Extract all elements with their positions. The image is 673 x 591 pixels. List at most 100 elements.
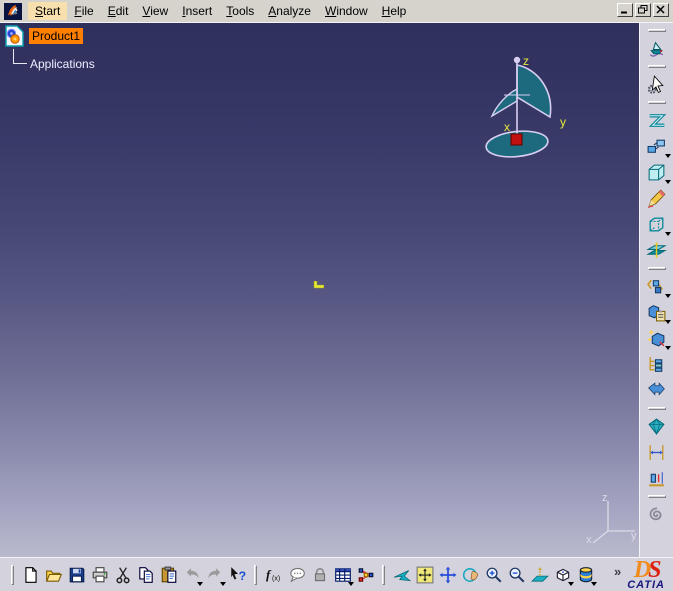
fast-instantiation-button[interactable]: [643, 325, 671, 351]
app-icon[interactable]: [4, 2, 22, 20]
lock-icon: [311, 566, 329, 584]
measure-between-button[interactable]: [643, 439, 671, 465]
annotations-button[interactable]: [643, 185, 671, 211]
lock-button[interactable]: [308, 562, 331, 587]
formula-button[interactable]: f (x): [262, 562, 285, 587]
dropdown-arrow-icon[interactable]: [664, 346, 671, 350]
close-icon: [656, 1, 666, 19]
normal-view-button[interactable]: [528, 562, 551, 587]
axis-triad: z y x: [586, 492, 637, 546]
measure-item-icon: [646, 468, 667, 489]
tree-node-applications[interactable]: Applications: [30, 57, 95, 71]
redo-button[interactable]: [203, 562, 226, 587]
zoom-out-icon: [508, 566, 526, 584]
quick-view-button[interactable]: [551, 562, 574, 587]
comment-button[interactable]: [285, 562, 308, 587]
catalog-browser-button[interactable]: [643, 501, 671, 527]
clipping-planes-icon: [646, 240, 667, 261]
dropdown-arrow-icon[interactable]: [664, 294, 671, 298]
toolbar-drag-handle[interactable]: [647, 29, 666, 32]
menu-item-view[interactable]: View: [135, 2, 175, 20]
toolbar-drag-handle[interactable]: [647, 407, 666, 410]
dropdown-arrow-icon[interactable]: [664, 180, 671, 184]
zoom-out-button[interactable]: [505, 562, 528, 587]
copy-icon: [137, 566, 155, 584]
measure-between-icon: [646, 442, 667, 463]
menu-item-insert[interactable]: Insert: [175, 2, 219, 20]
viewport-3d[interactable]: Product1 Applications z y x z y x: [0, 22, 639, 557]
menu-item-window[interactable]: Window: [318, 2, 375, 20]
open-folder-icon: [45, 566, 63, 584]
design-table-icon: [334, 566, 352, 584]
toolbar-drag-handle[interactable]: [11, 564, 14, 585]
new-button[interactable]: [19, 562, 42, 587]
render-style-button[interactable]: [574, 562, 597, 587]
new-document-icon: [22, 566, 40, 584]
window-controls: [617, 3, 669, 17]
undo-icon: [183, 566, 201, 584]
whats-this-button[interactable]: ?: [226, 562, 249, 587]
right-toolbar: [639, 22, 673, 557]
print-button[interactable]: [88, 562, 111, 587]
existing-component-button[interactable]: [643, 299, 671, 325]
fly-through-button[interactable]: [643, 35, 671, 61]
specification-tree: Product1 Applications: [4, 25, 95, 71]
minimize-button[interactable]: [617, 3, 633, 17]
toolbar-overflow-chevron[interactable]: »: [614, 564, 627, 585]
toolbar-drag-handle[interactable]: [647, 101, 666, 104]
dropdown-arrow-icon[interactable]: [664, 320, 671, 324]
view-box-button[interactable]: [643, 159, 671, 185]
tree-node-product1[interactable]: Product1: [4, 25, 84, 47]
whats-this-icon: ?: [229, 566, 247, 584]
menu-item-help[interactable]: Help: [375, 2, 414, 20]
dropdown-arrow-icon[interactable]: [664, 154, 671, 158]
menu-item-analyze[interactable]: Analyze: [261, 2, 318, 20]
menu-item-file[interactable]: File: [67, 2, 100, 20]
normal-view-icon: [530, 566, 549, 584]
zoom-in-button[interactable]: [482, 562, 505, 587]
triad-z-label: z: [602, 492, 608, 504]
dropdown-arrow-icon[interactable]: [664, 232, 671, 236]
dropdown-arrow-icon[interactable]: [591, 582, 597, 586]
rotate-button[interactable]: [459, 562, 482, 587]
relations-button[interactable]: [354, 562, 377, 587]
measure-item-button[interactable]: [643, 465, 671, 491]
toolbar-drag-handle[interactable]: [254, 564, 257, 585]
compass[interactable]: z y x: [480, 49, 580, 169]
close-button[interactable]: [653, 3, 669, 17]
scenes-button[interactable]: [643, 107, 671, 133]
toolbar-drag-handle[interactable]: [647, 267, 666, 270]
compass-z-label: z: [523, 54, 529, 68]
catia-logo: DS CATIA: [627, 558, 665, 591]
cameras-button[interactable]: [643, 133, 671, 159]
publications-button[interactable]: [643, 377, 671, 403]
fly-mode-button[interactable]: [390, 562, 413, 587]
copy-button[interactable]: [134, 562, 157, 587]
toolbar-drag-handle[interactable]: [647, 65, 666, 68]
open-button[interactable]: [42, 562, 65, 587]
fit-all-in-button[interactable]: [413, 562, 436, 587]
material-button[interactable]: [643, 413, 671, 439]
render-style-icon: [577, 566, 595, 584]
pan-button[interactable]: [436, 562, 459, 587]
menu-item-edit[interactable]: Edit: [101, 2, 136, 20]
insert-component-button[interactable]: [643, 273, 671, 299]
graph-tree-button[interactable]: [643, 351, 671, 377]
menu-item-start[interactable]: Start: [28, 2, 68, 20]
save-button[interactable]: [65, 562, 88, 587]
toolbar-drag-handle[interactable]: [647, 495, 666, 498]
select-button[interactable]: [643, 71, 671, 97]
wireframe-box-button[interactable]: [643, 211, 671, 237]
design-table-button[interactable]: [331, 562, 354, 587]
menu-item-tools[interactable]: Tools: [219, 2, 261, 20]
tree-connector: [13, 63, 27, 64]
clipping-planes-button[interactable]: [643, 237, 671, 263]
svg-text:(x): (x): [272, 575, 280, 582]
undo-button[interactable]: [180, 562, 203, 587]
paste-button[interactable]: [157, 562, 180, 587]
toolbar-drag-handle[interactable]: [382, 564, 385, 585]
cut-button[interactable]: [111, 562, 134, 587]
tree-root-label[interactable]: Product1: [29, 28, 84, 44]
restore-button[interactable]: [635, 3, 651, 17]
fly-through-icon: [646, 38, 667, 59]
